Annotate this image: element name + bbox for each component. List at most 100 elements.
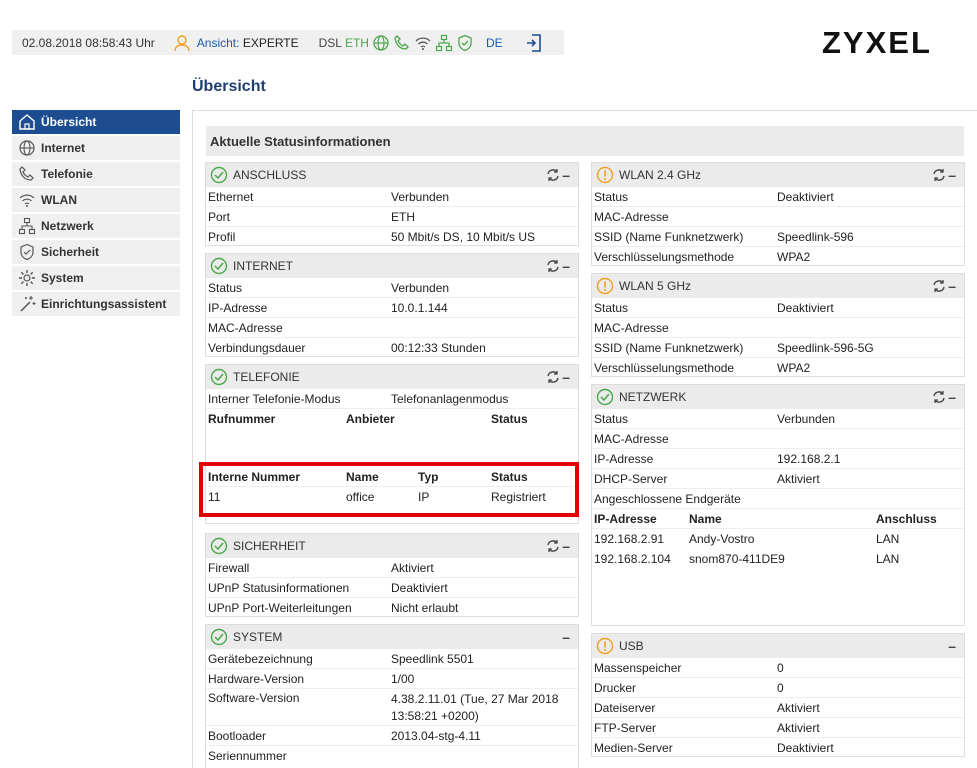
row-key: Verschlüsselungsmethode xyxy=(594,250,735,264)
table-row: Massenspeicher 0 xyxy=(592,658,964,678)
row-key: Ethernet xyxy=(208,189,254,204)
collapse-icon[interactable]: – xyxy=(948,167,956,183)
phone-icon xyxy=(19,166,34,181)
row-value: 10.0.1.144 xyxy=(391,300,448,315)
table-row: SSID (Name Funknetzwerk) Speedlink-596 xyxy=(592,227,964,247)
connection-indicators: DSL ETH xyxy=(319,34,474,52)
row-value: WPA2 xyxy=(777,361,811,375)
network-icon xyxy=(435,34,453,51)
row-key: UPnP Port-Weiterleitungen xyxy=(208,601,352,615)
collapse-icon[interactable]: – xyxy=(948,389,956,405)
warning-circle-icon xyxy=(596,277,614,295)
row-key: Software-Version xyxy=(208,691,300,705)
check-circle-icon xyxy=(210,368,228,386)
table-row: Medien-Server Deaktiviert xyxy=(592,738,964,758)
sidebar-item-wlan[interactable]: WLAN xyxy=(12,188,180,212)
view-label: Ansicht: xyxy=(196,35,240,50)
phone-icon xyxy=(394,34,409,50)
sidebar: Übersicht Internet Telefonie WLAN Netzwe… xyxy=(12,110,180,318)
row-key: Status xyxy=(594,411,629,426)
table-row: UPnP Statusinformationen Deaktiviert xyxy=(206,578,578,598)
refresh-icon[interactable] xyxy=(546,168,560,182)
table-row: Verschlüsselungsmethode WPA2 xyxy=(592,247,964,267)
row-key: Verschlüsselungsmethode xyxy=(594,361,735,375)
globe-icon xyxy=(19,140,35,156)
refresh-icon[interactable] xyxy=(932,168,946,182)
refresh-icon[interactable] xyxy=(932,279,946,293)
panel-controls: – xyxy=(932,278,956,294)
collapse-icon[interactable]: – xyxy=(562,538,570,554)
page-title: Übersicht xyxy=(192,78,266,95)
row-value: 192.168.2.1 xyxy=(777,451,841,466)
language-selector[interactable]: DE xyxy=(486,36,503,50)
row-key: Angeschlossene Endgeräte xyxy=(594,491,741,506)
refresh-icon[interactable] xyxy=(546,259,560,273)
sidebar-item-uebersicht[interactable]: Übersicht xyxy=(12,110,180,134)
panel-anschluss: ANSCHLUSS – Ethernet Verbunden Port ETH Pr… xyxy=(205,162,579,246)
home-icon xyxy=(19,114,35,130)
table-row: MAC-Adresse xyxy=(592,207,964,227)
row-key: Drucker xyxy=(594,680,637,695)
sidebar-item-system[interactable]: System xyxy=(12,266,180,290)
row-value: Deaktiviert xyxy=(391,580,448,595)
panel-controls: – xyxy=(546,369,570,385)
table-row: DHCP-Server Aktiviert xyxy=(592,469,964,489)
row-value: 4.38.2.11.01 (Tue, 27 Mar 2018 13:58:21 … xyxy=(391,692,559,723)
cell: snom870-411DE9 xyxy=(689,552,785,566)
refresh-icon[interactable] xyxy=(546,370,560,384)
sidebar-item-telefonie[interactable]: Telefonie xyxy=(12,162,180,186)
network-icon xyxy=(18,217,36,235)
row-value: 0 xyxy=(777,660,784,675)
table-row: Verschlüsselungsmethode WPA2 xyxy=(592,358,964,378)
panel-title: USB xyxy=(619,639,644,653)
panel-title: SYSTEM xyxy=(233,630,283,644)
table-row: MAC-Adresse xyxy=(592,318,964,338)
row-value: Aktiviert xyxy=(777,471,820,486)
row-value: 1/00 xyxy=(391,671,415,686)
row-key: MAC-Adresse xyxy=(594,320,669,335)
shield-icon xyxy=(20,243,34,261)
panel-header: WLAN 2.4 GHz – xyxy=(592,163,964,187)
table-row: 192.168.2.91 Andy-Vostro LAN xyxy=(592,529,964,549)
collapse-icon[interactable]: – xyxy=(948,278,956,294)
panel-header: NETZWERK – xyxy=(592,385,964,409)
row-key: Verbindungsdauer xyxy=(208,341,306,355)
table-header: Rufnummer Anbieter Status xyxy=(206,409,578,429)
row-key: Medien-Server xyxy=(594,741,673,755)
sidebar-item-netzwerk[interactable]: Netzwerk xyxy=(12,214,180,238)
collapse-icon[interactable]: – xyxy=(562,369,570,385)
user-icon xyxy=(174,34,190,51)
sidebar-item-label: System xyxy=(41,271,84,285)
column-header: Anschluss xyxy=(876,511,937,526)
wifi-icon xyxy=(19,194,35,207)
table-row: IP-Adresse 10.0.1.144 xyxy=(206,298,578,318)
table-row: Ethernet Verbunden xyxy=(206,187,578,207)
sidebar-item-einrichtungsassistent[interactable]: Einrichtungsassistent xyxy=(12,292,180,316)
row-key: Port xyxy=(208,209,231,224)
logout-icon[interactable] xyxy=(525,33,543,53)
refresh-icon[interactable] xyxy=(546,539,560,553)
table-row: MAC-Adresse xyxy=(206,318,578,338)
panel-title: TELEFONIE xyxy=(233,370,300,384)
refresh-icon[interactable] xyxy=(932,390,946,404)
section-title: Aktuelle Statusinformationen xyxy=(206,126,964,156)
panel-controls: – xyxy=(546,258,570,274)
collapse-icon[interactable]: – xyxy=(562,167,570,183)
sidebar-item-internet[interactable]: Internet xyxy=(12,136,180,160)
row-key: Hardware-Version xyxy=(208,671,305,686)
table-row: SSID (Name Funknetzwerk) Speedlink-596-5G xyxy=(592,338,964,358)
collapse-icon[interactable]: – xyxy=(562,258,570,274)
row-key: MAC-Adresse xyxy=(594,209,669,224)
panel-title: WLAN 5 GHz xyxy=(619,279,692,293)
row-key: Profil xyxy=(208,230,236,244)
sidebar-item-sicherheit[interactable]: Sicherheit xyxy=(12,240,180,264)
collapse-icon[interactable]: – xyxy=(562,629,570,645)
table-row: Status Verbunden xyxy=(206,278,578,298)
row-key: SSID (Name Funknetzwerk) xyxy=(594,229,744,244)
table-row: Gerätebezeichnung Speedlink 5501 xyxy=(206,649,578,669)
view-mode[interactable]: Ansicht: EXPERTE xyxy=(197,36,299,50)
collapse-icon[interactable]: – xyxy=(948,638,956,654)
panel-header: USB – xyxy=(592,634,964,658)
row-value: Aktiviert xyxy=(391,560,434,575)
row-value: Aktiviert xyxy=(777,700,820,715)
